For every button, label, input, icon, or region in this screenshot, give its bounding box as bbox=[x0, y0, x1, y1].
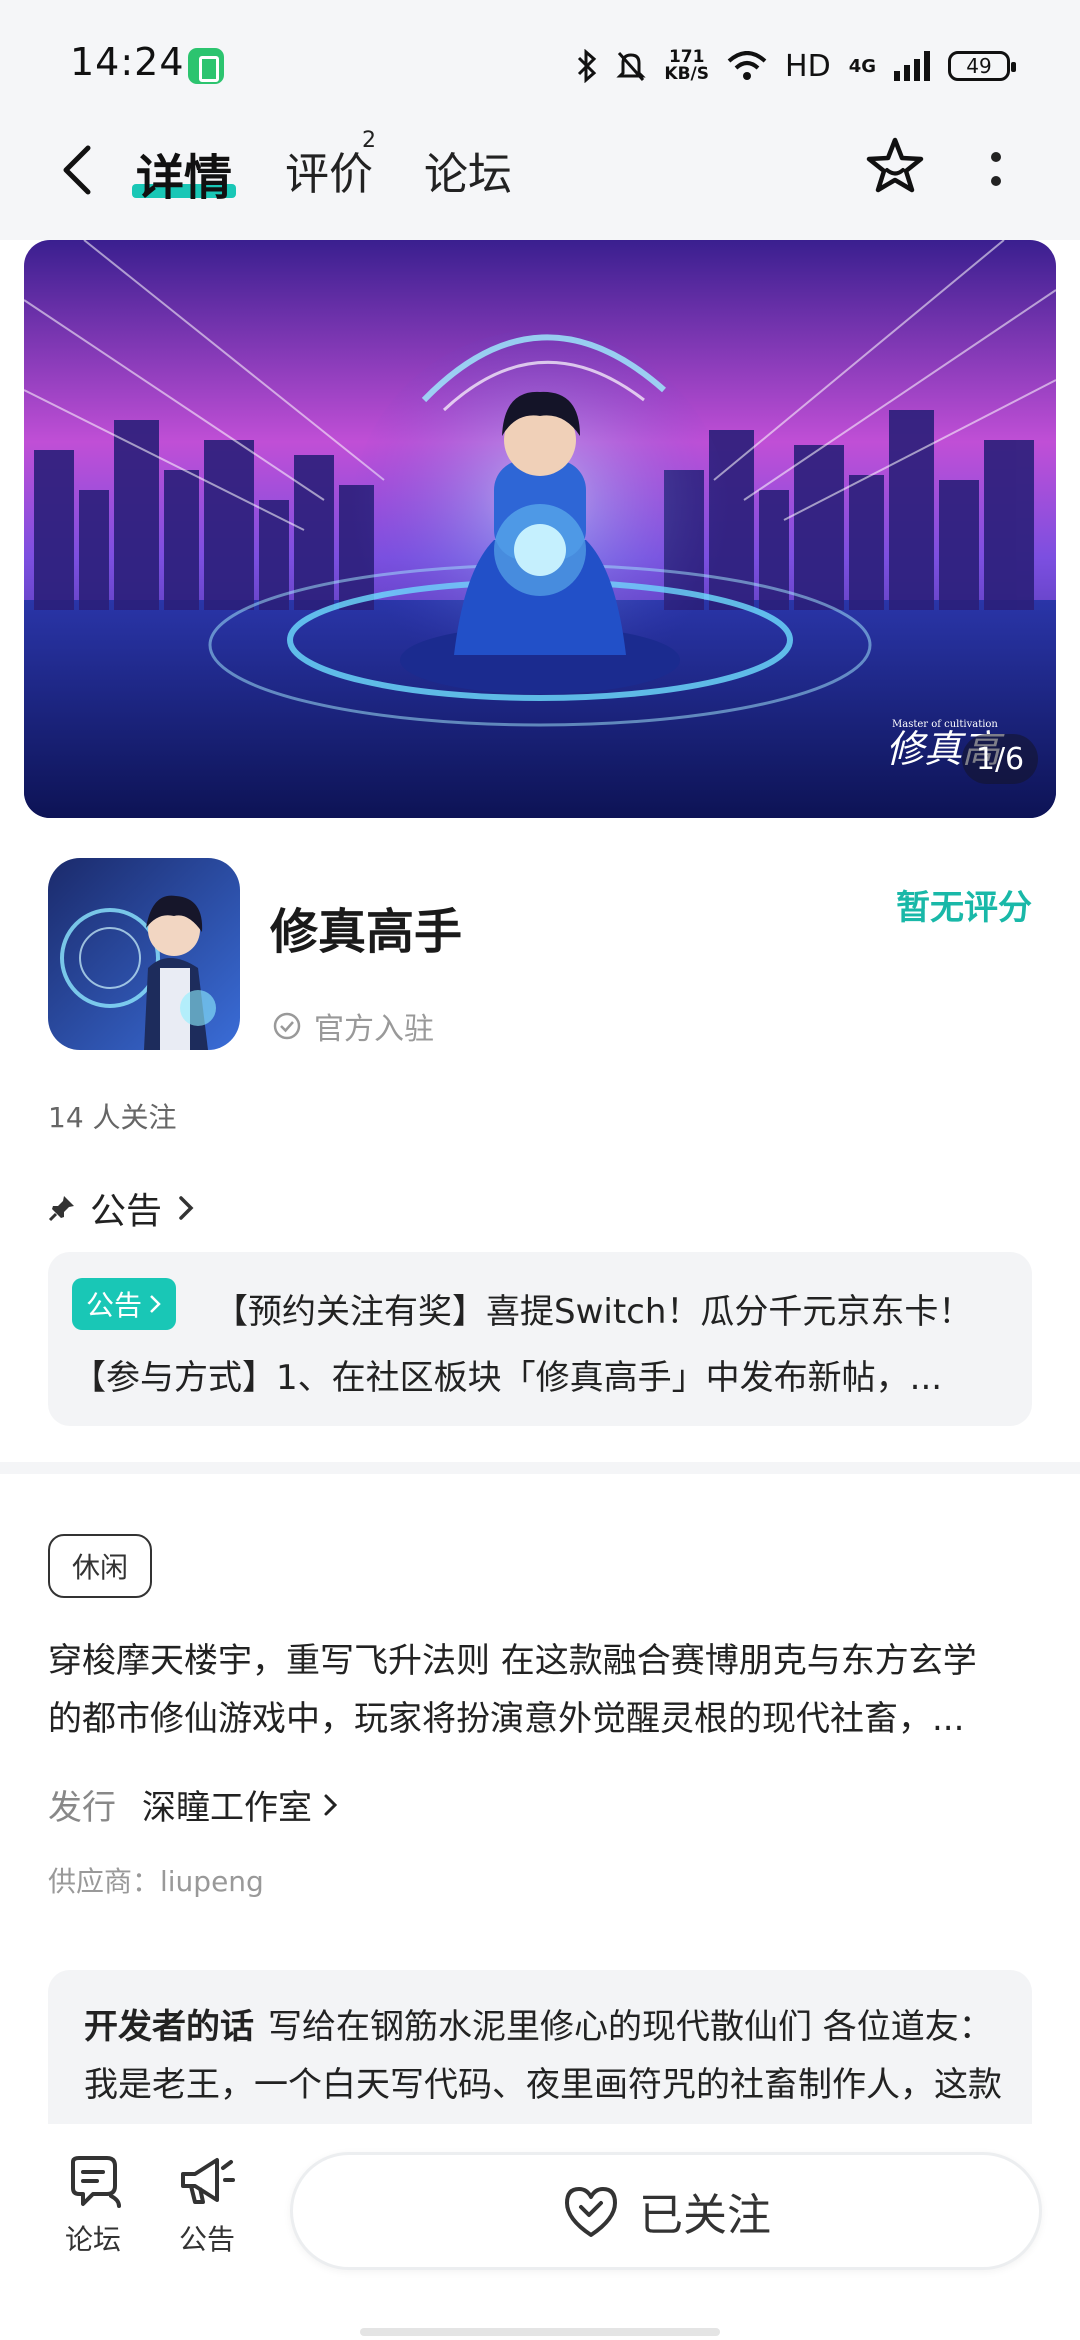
network-speed: 171 KB/S bbox=[664, 47, 710, 84]
supplier-info: 供应商：liupeng bbox=[48, 1865, 264, 1898]
bluetooth-icon bbox=[578, 49, 597, 83]
top-nav: 详情 评价 2 论坛 bbox=[0, 120, 1080, 240]
wifi-icon bbox=[727, 51, 767, 80]
tab-review[interactable]: 评价 bbox=[285, 138, 373, 202]
follow-button[interactable]: 已关注 bbox=[290, 2152, 1042, 2270]
genre-tag[interactable]: 休闲 bbox=[48, 1534, 153, 1598]
tab-detail[interactable]: 详情 bbox=[136, 138, 232, 208]
publisher-row[interactable]: 发行 深瞳工作室 bbox=[48, 1780, 340, 1829]
signal-icon bbox=[894, 51, 930, 81]
status-indicators: 171 KB/S HD 4G 49 bbox=[576, 44, 1016, 88]
announcement-text-line2: 【参与方式】1、在社区板块「修真高手」中发布新帖，... bbox=[72, 1358, 943, 1398]
publisher-name: 深瞳工作室 bbox=[142, 1780, 340, 1829]
chevron-right-icon bbox=[324, 1794, 338, 1815]
network-type: 4G bbox=[848, 55, 876, 77]
developer-note-title: 开发者的话 bbox=[84, 2007, 254, 2047]
developer-note-card[interactable]: 开发者的话 写给在钢筋水泥里修心的现代散仙们 各位道友： 我是老王，一个白天写代码… bbox=[48, 1970, 1032, 2124]
app-icon bbox=[48, 858, 240, 1050]
announcement-title: 公告 bbox=[90, 1191, 163, 1232]
bottom-announcement-button[interactable]: 公告 bbox=[162, 2154, 252, 2258]
game-detail-page: 14:24 171 KB/S HD 4G 49 详情 评价 2 论坛 Maste… bbox=[0, 0, 1080, 2340]
chevron-right-icon bbox=[150, 1295, 161, 1313]
section-divider bbox=[0, 1462, 1080, 1474]
notification-app-icon bbox=[188, 48, 224, 84]
announcement-header[interactable]: 公告 bbox=[48, 1182, 196, 1234]
announcement-badge: 公告 bbox=[72, 1278, 177, 1330]
publisher-label: 发行 bbox=[48, 1788, 116, 1828]
banner-carousel[interactable]: Master of cultivation 修真高 1/6 bbox=[24, 240, 1056, 818]
favorite-star-icon[interactable] bbox=[862, 134, 928, 200]
status-bar: 14:24 171 KB/S HD 4G 49 bbox=[0, 0, 1080, 120]
banner-page-counter: 1/6 bbox=[962, 734, 1038, 784]
description-line: 的都市修仙游戏中，玩家将扮演意外觉醒灵根的现代社畜，... bbox=[48, 1699, 965, 1739]
announcement-card[interactable]: 公告 【预约关注有奖】喜提Switch！瓜分千元京东卡！ 【参与方式】1、在社区… bbox=[48, 1252, 1032, 1426]
official-verified-label: 官方入驻 bbox=[272, 1004, 434, 1048]
bottom-action-bar: 论坛 公告 已关注 bbox=[0, 2124, 1080, 2340]
tab-forum[interactable]: 论坛 bbox=[424, 138, 512, 202]
back-arrow-icon[interactable] bbox=[50, 140, 110, 200]
app-name: 修真高手 bbox=[270, 904, 463, 960]
review-count-badge: 2 bbox=[362, 128, 376, 153]
follower-count: 14 人关注 bbox=[48, 1101, 177, 1134]
mute-bell-icon bbox=[616, 52, 647, 81]
megaphone-icon bbox=[181, 2158, 235, 2204]
status-time: 14:24 bbox=[70, 40, 185, 84]
announcement-text-line1: 【预约关注有奖】喜提Switch！瓜分千元京东卡！ bbox=[214, 1292, 973, 1332]
home-indicator[interactable] bbox=[360, 2328, 720, 2336]
game-description[interactable]: 穿梭摩天楼宇，重写飞升法则 在这款融合赛博朋克与东方玄学 的都市修仙游戏中，玩家… bbox=[48, 1632, 1038, 1748]
description-line: 穿梭摩天楼宇，重写飞升法则 在这款融合赛博朋克与东方玄学 bbox=[48, 1641, 977, 1681]
rating-status: 暂无评分 bbox=[896, 888, 1032, 928]
battery-icon: 49 bbox=[948, 51, 1016, 81]
hd-indicator: HD bbox=[785, 48, 831, 84]
heart-check-icon bbox=[565, 2187, 617, 2237]
chevron-right-icon bbox=[179, 1196, 194, 1220]
pin-icon bbox=[48, 1196, 74, 1222]
check-circle-icon bbox=[273, 1012, 301, 1040]
chat-bubble-icon bbox=[71, 2156, 121, 2208]
banner-artwork: Master of cultivation 修真高 bbox=[24, 240, 1056, 818]
developer-note: 开发者的话 写给在钢筋水泥里修心的现代散仙们 各位道友： 我是老王，一个白天写代码… bbox=[84, 1998, 1004, 2124]
follow-label: 已关注 bbox=[639, 2190, 771, 2241]
more-options-icon[interactable] bbox=[984, 148, 1008, 192]
bottom-forum-button[interactable]: 论坛 bbox=[48, 2154, 138, 2258]
